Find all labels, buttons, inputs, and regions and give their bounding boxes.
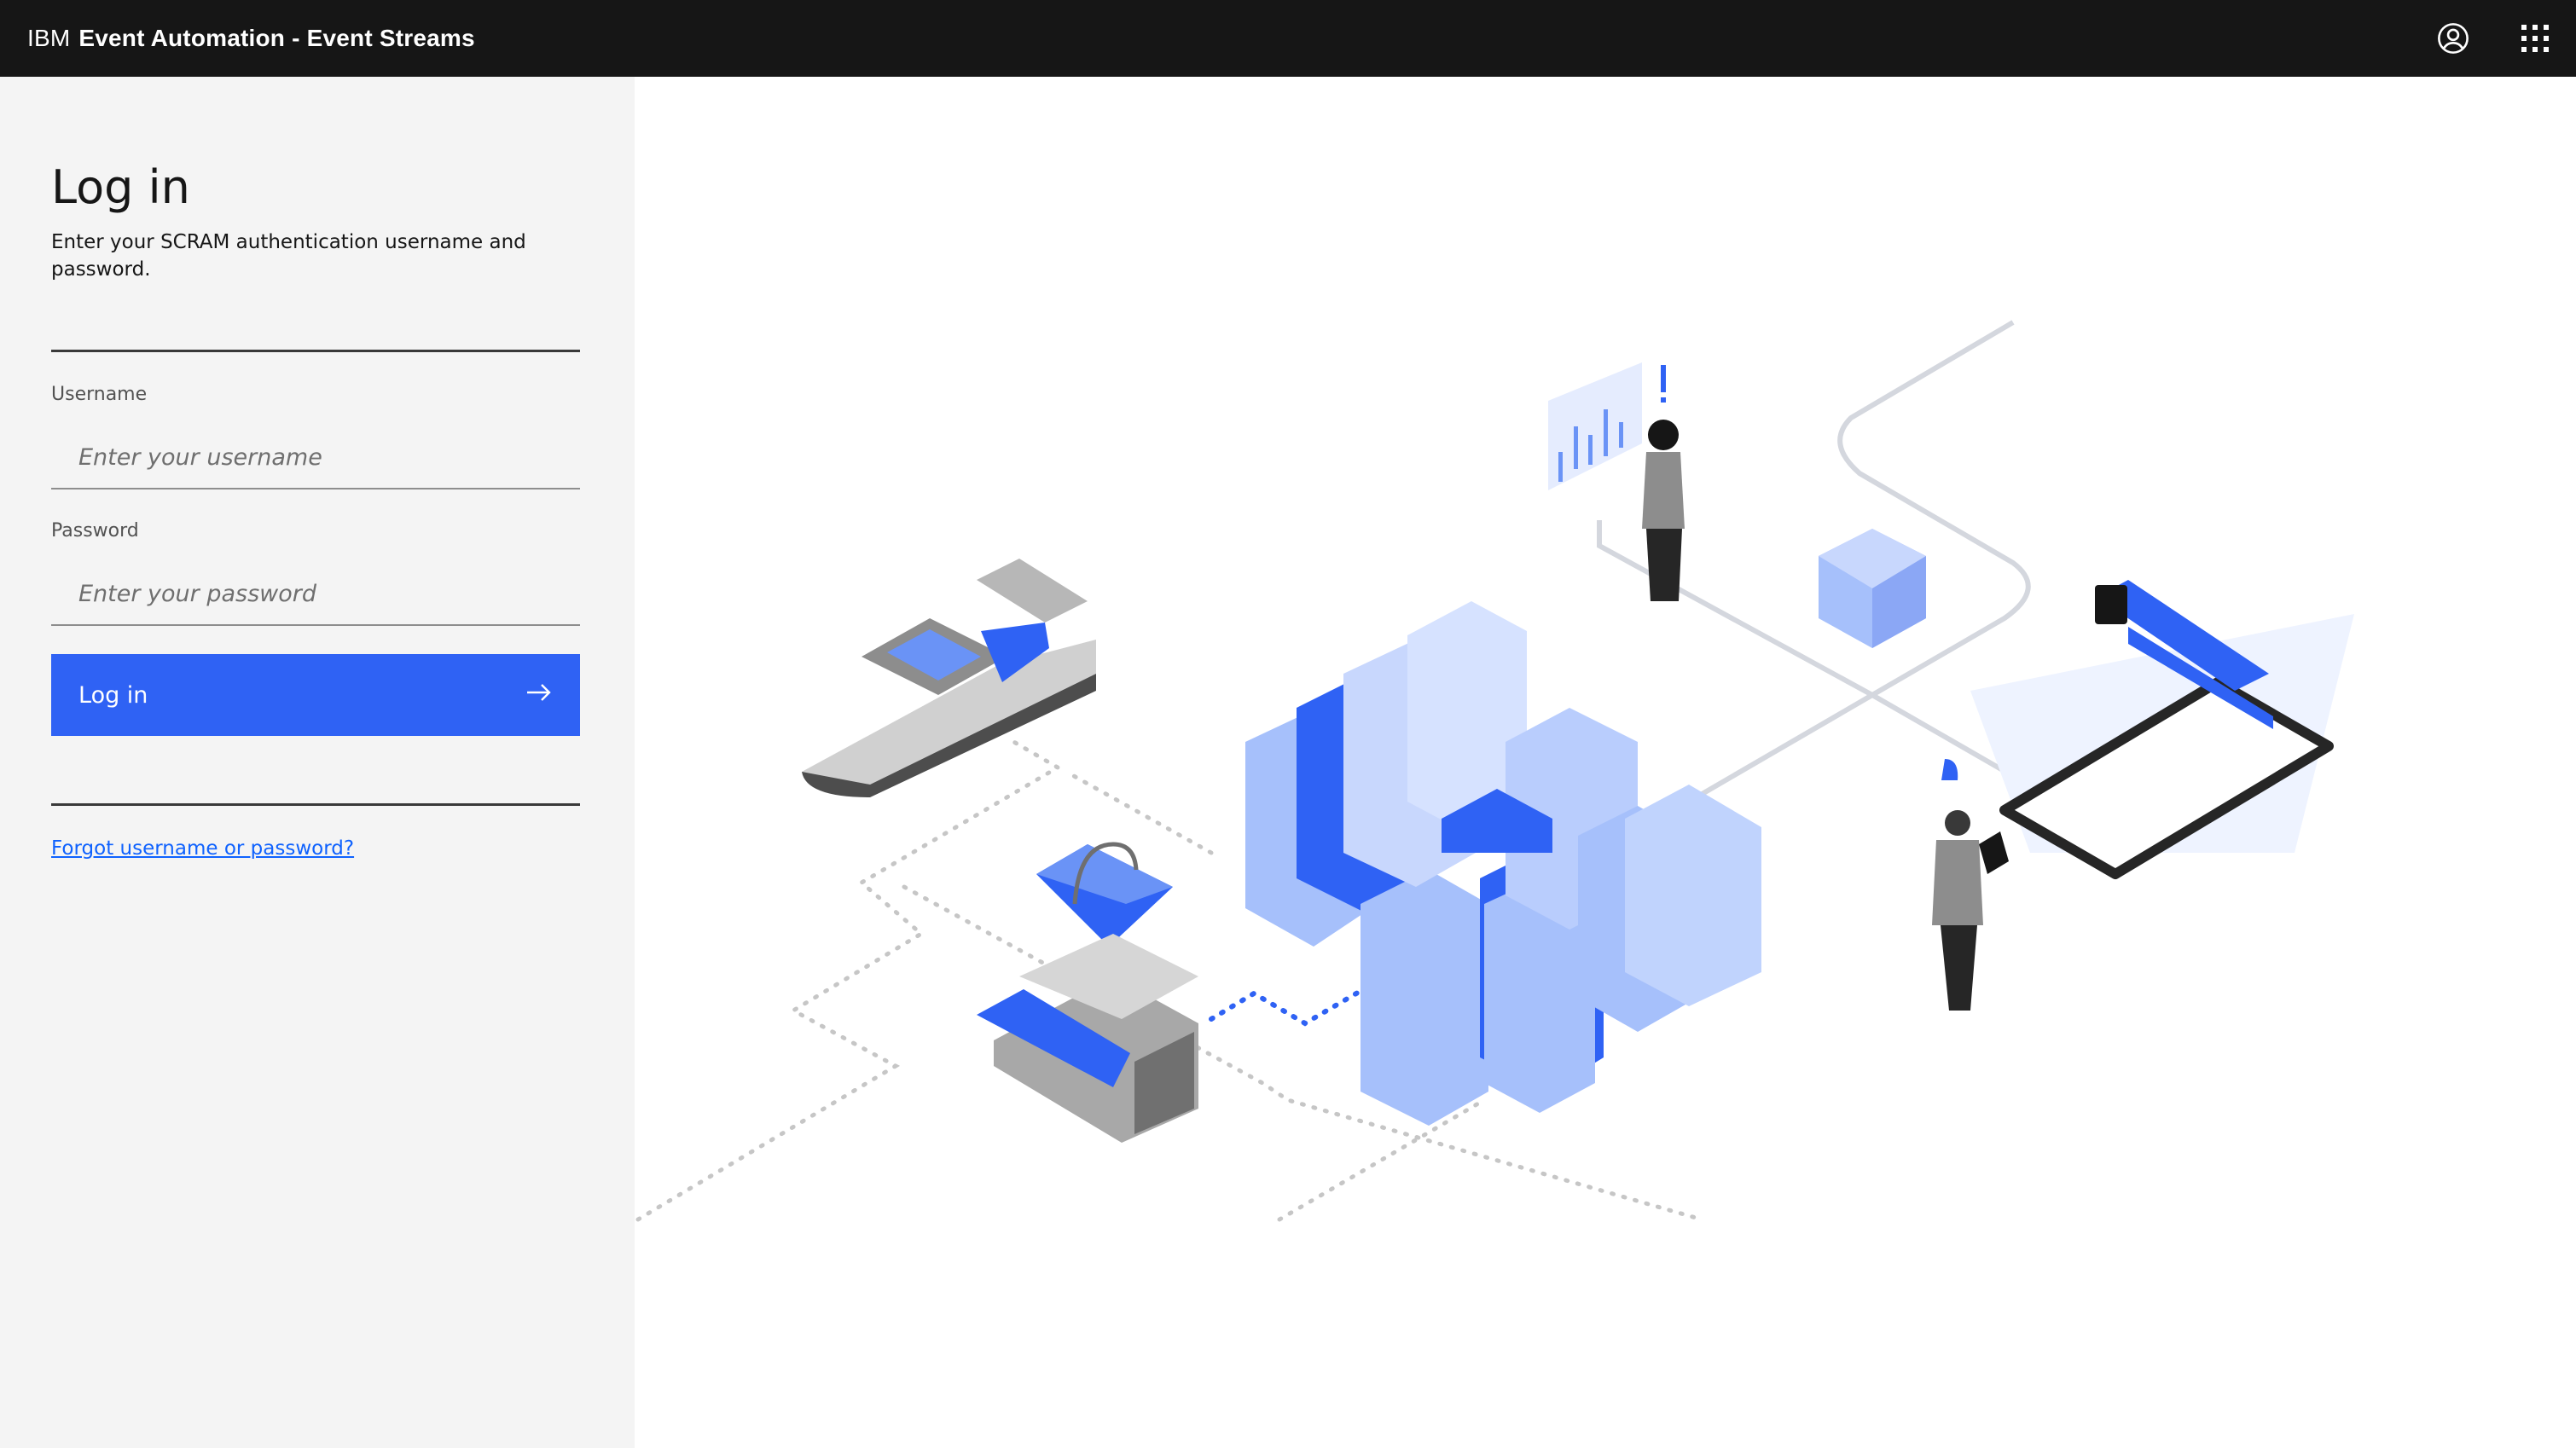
top-header: IBM Event Automation - Event Streams — [0, 0, 2576, 77]
container-ship — [802, 559, 1096, 797]
password-label: Password — [51, 520, 139, 542]
shopping-basket — [1036, 842, 1173, 947]
login-description: Enter your SCRAM authentication username… — [51, 231, 526, 281]
product-name: Event Automation - Event Streams — [78, 25, 475, 51]
data-blocks-cluster — [1245, 601, 1761, 1126]
form-divider-top — [51, 350, 580, 352]
mobile-device-notification — [1970, 580, 2354, 879]
forgot-credentials-link[interactable]: Forgot username or password? — [51, 837, 354, 860]
username-label: Username — [51, 384, 148, 405]
login-button-label: Log in — [78, 681, 148, 709]
password-input[interactable] — [51, 563, 580, 626]
event-automation-illustration — [635, 320, 2354, 1222]
page-title: Log in — [51, 160, 190, 214]
login-button[interactable]: Log in — [51, 654, 580, 736]
dashboard-analyst-figure — [1548, 362, 1685, 601]
brand[interactable]: IBM Event Automation - Event Streams — [27, 0, 475, 77]
form-divider-bottom — [51, 803, 580, 806]
user-profile-icon[interactable] — [2429, 14, 2477, 62]
store-building — [977, 934, 1198, 1143]
phone-user-figure — [1932, 759, 2009, 1011]
username-input[interactable] — [51, 426, 580, 489]
brand-prefix: IBM — [27, 25, 71, 51]
app-switcher-icon[interactable] — [2511, 14, 2559, 62]
cube — [1819, 529, 1926, 648]
arrow-right-icon — [525, 682, 553, 709]
